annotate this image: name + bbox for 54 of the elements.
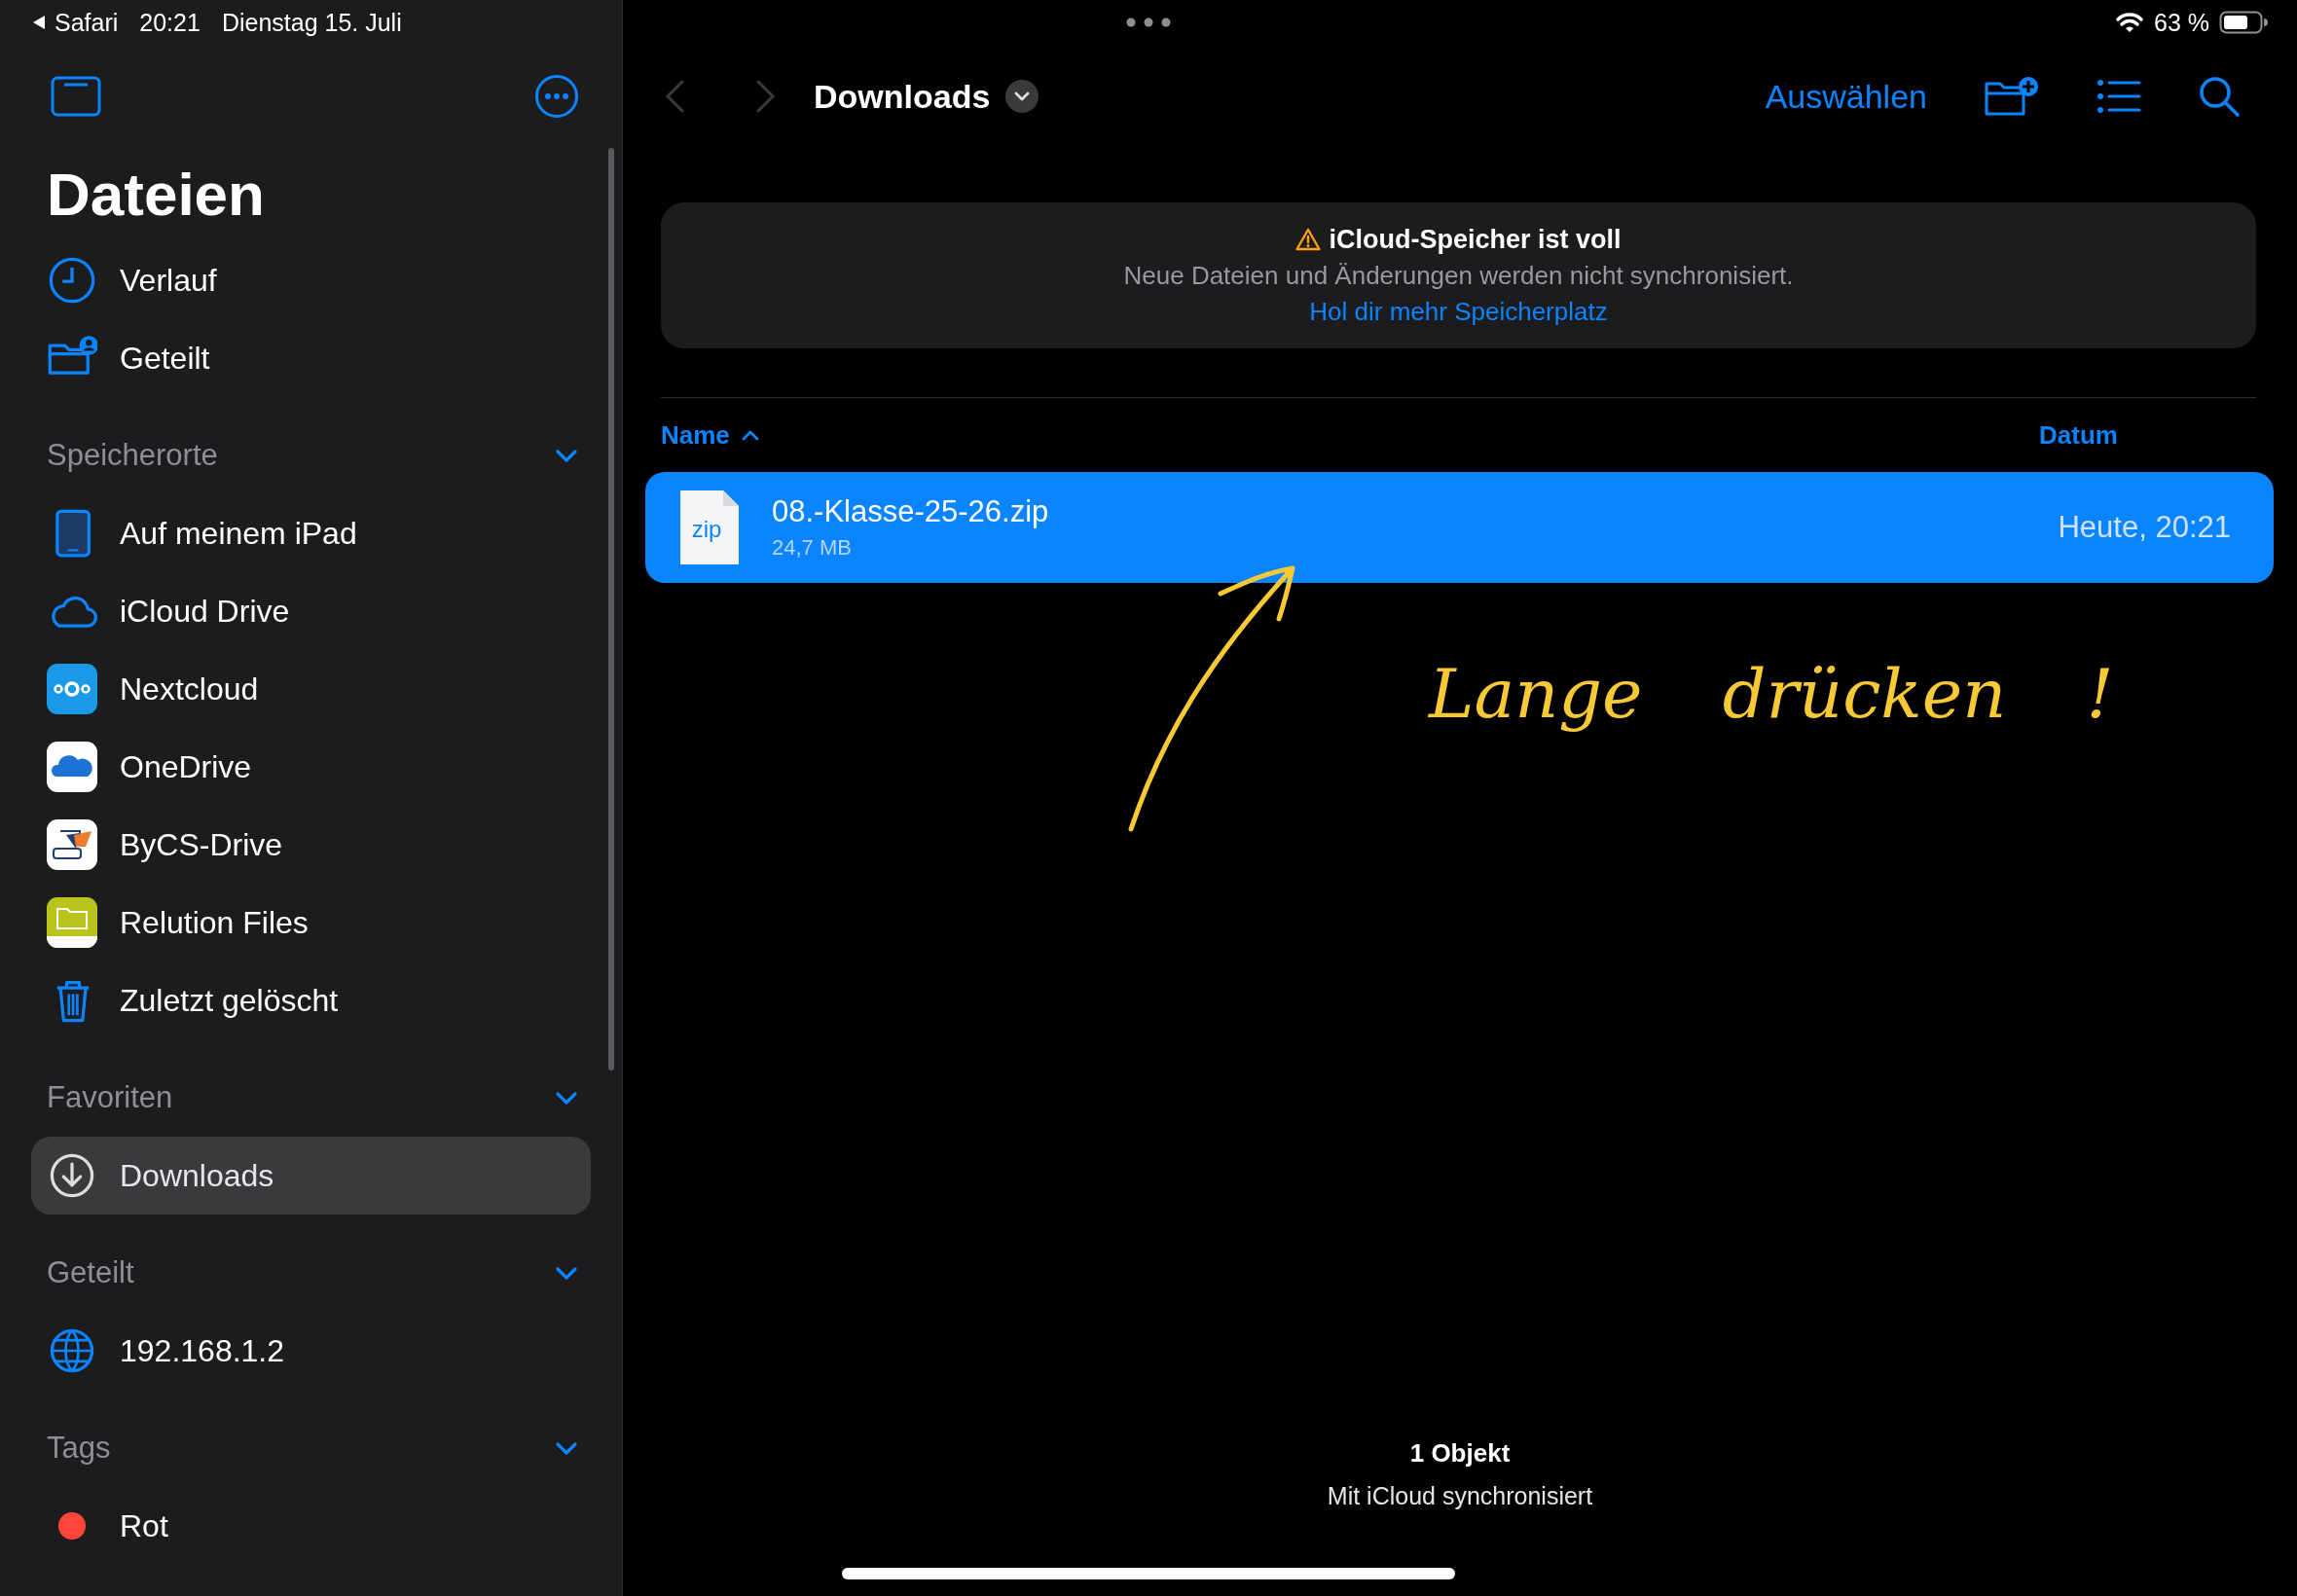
item-count: 1 Objekt: [1409, 1438, 1511, 1469]
list-view-icon[interactable]: [2096, 79, 2141, 114]
sidebar-toggle-icon[interactable]: [51, 76, 101, 117]
section-header: Favoriten: [47, 1079, 173, 1116]
status-date: Dienstag 15. Juli: [221, 8, 402, 37]
sidebar-item[interactable]: Nextcloud: [31, 650, 591, 728]
section-header: Speicherorte: [47, 437, 218, 474]
search-icon[interactable]: [2198, 75, 2241, 118]
storage-link[interactable]: Hol dir mehr Speicherplatz: [1309, 296, 1608, 327]
app-title: Dateien: [46, 160, 266, 230]
sidebar-item[interactable]: iCloud Drive: [31, 572, 591, 650]
scrollbar[interactable]: [608, 148, 614, 1070]
section-header: Tags: [47, 1430, 111, 1467]
folder-app-icon: [47, 897, 97, 948]
file-size: 24,7 MB: [772, 535, 853, 561]
multitasking-dots-icon[interactable]: [1126, 18, 1171, 27]
sidebar-item[interactable]: 192.168.1.2: [31, 1312, 591, 1390]
battery-percent: 63 %: [2154, 8, 2209, 37]
folder-title: Downloads: [814, 77, 991, 116]
select-button[interactable]: Auswählen: [1765, 77, 1927, 116]
back-app-link[interactable]: Safari: [55, 8, 119, 37]
file-name: 08.-Klasse-25-26.zip: [772, 494, 1050, 529]
sidebar-item[interactable]: Zuletzt gelöscht: [31, 961, 591, 1039]
clock-icon: [47, 255, 97, 306]
sidebar-item[interactable]: OneDrive: [31, 728, 591, 806]
section-header: Geteilt: [47, 1254, 134, 1291]
new-folder-icon[interactable]: [1984, 76, 2040, 117]
more-options-icon[interactable]: [534, 74, 579, 119]
wifi-icon: [2115, 12, 2144, 33]
sort-ascending-icon: [741, 429, 759, 441]
nextcloud-app-icon: [47, 664, 97, 714]
battery-icon: [2219, 11, 2268, 34]
status-time: 20:21: [139, 8, 201, 37]
sidebar-item[interactable]: Auf meinem iPad: [31, 494, 591, 572]
onedrive-app-icon: [47, 742, 97, 792]
sidebar-item[interactable]: Downloads: [31, 1137, 591, 1215]
column-header[interactable]: Datum: [2039, 419, 2118, 451]
sidebar-item[interactable]: ByCS-Drive: [31, 806, 591, 884]
warning-icon: [1295, 228, 1322, 251]
file-row[interactable]: zip 08.-Klasse-25-26.zip 24,7 MB Heute, 20:21: [645, 472, 2274, 583]
banner-message: Neue Dateien und Änderungen werden nicht synchronisiert.: [1123, 260, 1794, 291]
file-date: Heute, 20:21: [2058, 510, 2231, 545]
sync-status: Mit iCloud synchronisiert: [1327, 1482, 1593, 1510]
sidebar-item[interactable]: Geteilt: [31, 319, 591, 397]
sidebar-item[interactable]: Rot: [31, 1487, 591, 1565]
back-triangle-icon[interactable]: [32, 15, 46, 30]
sidebar-item[interactable]: Relution Files: [31, 884, 591, 961]
handwritten-note: Lange drücken !: [1429, 654, 2114, 734]
column-header[interactable]: Name: [661, 419, 759, 451]
dropdown-chevron-icon[interactable]: [1005, 80, 1039, 113]
drive-app-icon: [47, 819, 97, 870]
sidebar-item[interactable]: Verlauf: [31, 241, 591, 319]
zip-file-icon: zip: [678, 489, 741, 566]
banner-title: iCloud-Speicher ist voll: [1329, 224, 1622, 255]
